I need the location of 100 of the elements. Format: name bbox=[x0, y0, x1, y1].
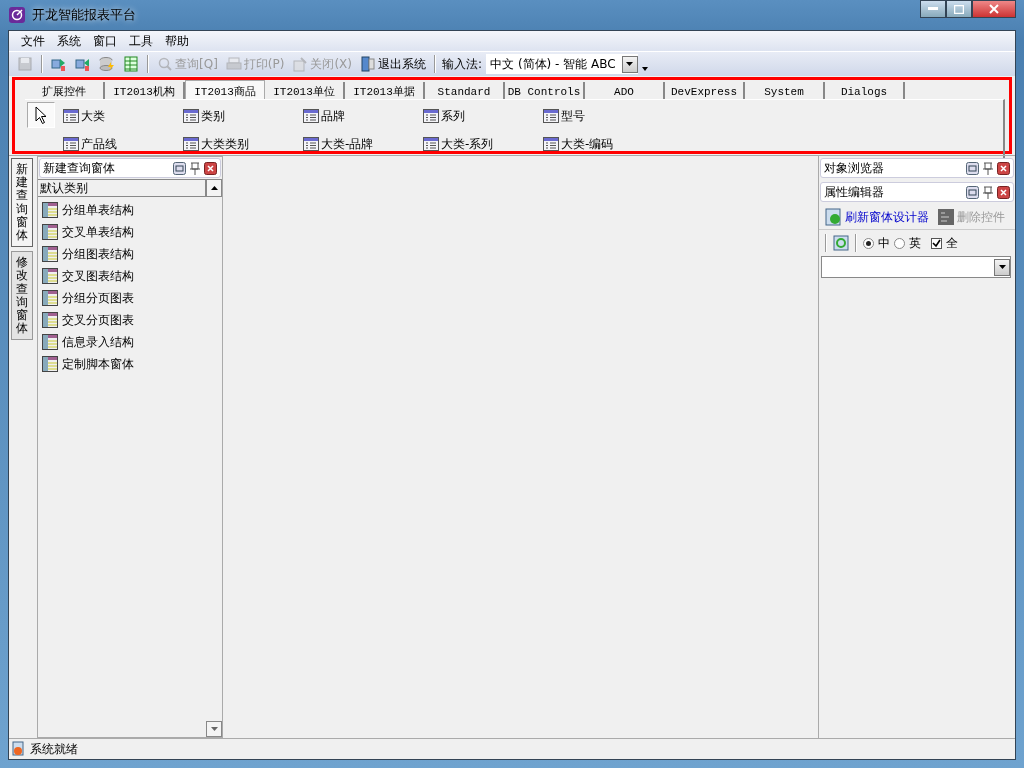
printer-icon bbox=[225, 56, 242, 72]
template-item[interactable]: 分组分页图表 bbox=[42, 289, 222, 307]
template-item[interactable]: 信息录入结构 bbox=[42, 333, 222, 351]
export-arrow-icon[interactable] bbox=[75, 56, 91, 72]
palette-component[interactable]: 大类类别 bbox=[183, 130, 303, 158]
restore-icon[interactable] bbox=[966, 161, 979, 175]
palette-tab[interactable]: ADO bbox=[585, 82, 665, 99]
restore-icon[interactable] bbox=[966, 185, 979, 199]
close-icon[interactable] bbox=[997, 161, 1010, 175]
document-close-icon bbox=[292, 56, 309, 72]
menu-item[interactable]: 文件 bbox=[15, 32, 51, 50]
menu-item[interactable]: 工具 bbox=[123, 32, 159, 50]
panel-title: 新建查询窗体 bbox=[43, 159, 115, 177]
list-table-icon bbox=[543, 109, 559, 123]
template-item[interactable]: 分组图表结构 bbox=[42, 245, 222, 263]
checkbox-label: 全 bbox=[946, 234, 958, 252]
cursor-arrow-icon bbox=[35, 106, 47, 124]
close-icon[interactable] bbox=[204, 161, 217, 175]
maximize-icon bbox=[954, 4, 964, 14]
search-icon bbox=[157, 56, 173, 72]
pin-icon[interactable] bbox=[189, 161, 201, 175]
toolbar-button[interactable]: 退出系统 bbox=[358, 53, 428, 75]
list-table-icon bbox=[63, 137, 79, 151]
form-template-icon bbox=[42, 312, 58, 328]
palette-component[interactable]: 大类-系列 bbox=[423, 130, 543, 158]
form-template-icon bbox=[42, 202, 58, 218]
menu-item[interactable]: 窗口 bbox=[87, 32, 123, 50]
palette-component[interactable]: 大类-编码 bbox=[543, 130, 663, 158]
palette-tab[interactable]: Dialogs bbox=[825, 82, 905, 99]
menu-item[interactable]: 系统 bbox=[51, 32, 87, 50]
menu-item[interactable]: 帮助 bbox=[159, 32, 195, 50]
grid-icon[interactable] bbox=[123, 56, 139, 72]
list-table-icon bbox=[183, 109, 199, 123]
palette-tab[interactable]: IT2013单位 bbox=[265, 82, 345, 99]
list-table-icon bbox=[423, 137, 439, 151]
form-template-icon bbox=[42, 334, 58, 350]
panel-title: 属性编辑器 bbox=[824, 183, 884, 201]
palette-tab[interactable]: System bbox=[745, 82, 825, 99]
scroll-up-button[interactable] bbox=[206, 179, 222, 197]
palette-tab[interactable]: 扩展控件 bbox=[25, 82, 105, 99]
palette-component[interactable]: 大类-品牌 bbox=[303, 130, 423, 158]
form-template-icon bbox=[42, 246, 58, 262]
radio-button[interactable] bbox=[863, 237, 874, 249]
template-item[interactable]: 分组单表结构 bbox=[42, 201, 222, 219]
radio-label: 中 bbox=[878, 234, 890, 252]
database-icon[interactable] bbox=[99, 56, 115, 72]
template-item[interactable]: 定制脚本窗体 bbox=[42, 355, 222, 373]
form-template-icon bbox=[42, 356, 58, 372]
pin-icon[interactable] bbox=[982, 185, 994, 199]
palette-tab[interactable]: DevExpress bbox=[665, 82, 745, 99]
palette-tab[interactable]: DB Controls bbox=[505, 82, 585, 99]
radio-label: 英 bbox=[909, 234, 921, 252]
minimize-button[interactable] bbox=[920, 0, 946, 18]
palette-component[interactable]: 大类 bbox=[63, 102, 183, 130]
close-button[interactable] bbox=[972, 0, 1016, 18]
list-table-icon bbox=[423, 109, 439, 123]
down-triangle-icon bbox=[210, 727, 218, 731]
door-icon bbox=[360, 56, 376, 72]
import-arrow-icon[interactable] bbox=[51, 56, 67, 72]
category-header[interactable]: 默认类别 bbox=[38, 179, 206, 197]
template-item[interactable]: 交叉分页图表 bbox=[42, 311, 222, 329]
palette-component[interactable]: 品牌 bbox=[303, 102, 423, 130]
list-table-icon bbox=[303, 137, 319, 151]
list-table-icon bbox=[183, 137, 199, 151]
panel-title: 对象浏览器 bbox=[824, 159, 884, 177]
minimize-icon bbox=[928, 7, 938, 11]
template-item[interactable]: 交叉图表结构 bbox=[42, 267, 222, 285]
maximize-button[interactable] bbox=[946, 0, 972, 18]
form-template-icon bbox=[42, 290, 58, 306]
palette-component[interactable]: 型号 bbox=[543, 102, 663, 130]
window-title: 开龙智能报表平台 bbox=[32, 6, 136, 24]
input-method-dropdown[interactable]: 中文 (简体) - 智能 ABC bbox=[486, 54, 638, 74]
up-triangle-icon bbox=[210, 186, 218, 190]
palette-tab[interactable]: IT2013商品 bbox=[185, 80, 265, 99]
list-table-icon bbox=[303, 109, 319, 123]
palette-tab[interactable]: IT2013单据 bbox=[345, 82, 425, 99]
close-icon bbox=[989, 4, 999, 14]
template-item[interactable]: 交叉单表结构 bbox=[42, 223, 222, 241]
close-icon[interactable] bbox=[997, 185, 1010, 199]
side-tab[interactable]: 新建查询窗体 bbox=[11, 158, 33, 248]
form-template-icon bbox=[42, 268, 58, 284]
panel-button[interactable]: 刷新窗体设计器 bbox=[825, 208, 929, 226]
scroll-down-button[interactable] bbox=[206, 721, 222, 737]
object-dropdown[interactable] bbox=[821, 256, 1011, 278]
pin-icon[interactable] bbox=[982, 161, 994, 175]
restore-icon[interactable] bbox=[173, 161, 186, 175]
side-tab[interactable]: 修改查询窗体 bbox=[11, 251, 33, 341]
radio-button[interactable] bbox=[894, 237, 905, 249]
pointer-tool[interactable] bbox=[27, 102, 55, 128]
status-text: 系统就绪 bbox=[30, 740, 78, 758]
palette-component[interactable]: 类别 bbox=[183, 102, 303, 130]
checkbox[interactable] bbox=[931, 237, 942, 249]
palette-tab[interactable]: Standard bbox=[425, 82, 505, 99]
toolbar-overflow-icon[interactable] bbox=[641, 67, 648, 71]
app-logo-icon bbox=[8, 6, 26, 24]
palette-component[interactable]: 系列 bbox=[423, 102, 543, 130]
list-table-icon bbox=[63, 109, 79, 123]
palette-component[interactable]: 产品线 bbox=[63, 130, 183, 158]
list-table-icon bbox=[543, 137, 559, 151]
component-icon bbox=[937, 208, 955, 226]
